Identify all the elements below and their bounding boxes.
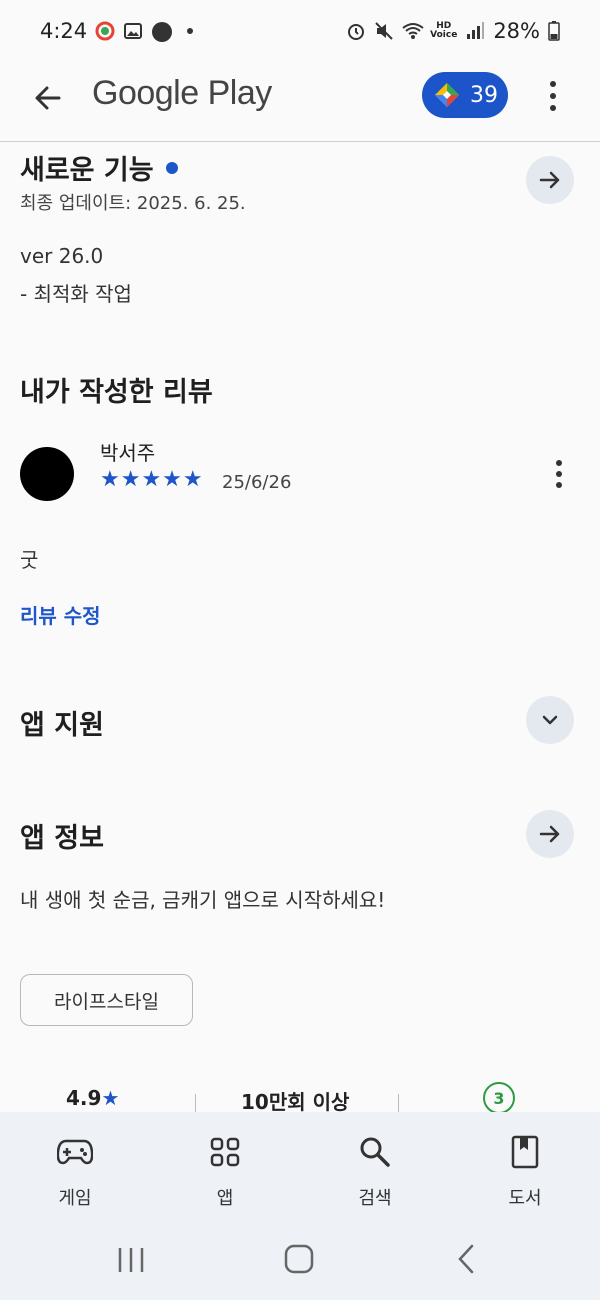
hd-voice-indicator: HD Voice <box>430 22 457 40</box>
book-icon <box>505 1132 545 1172</box>
reviewer-name: 박서주 <box>100 441 156 465</box>
nav-item-games[interactable]: 게임 <box>0 1112 150 1224</box>
more-dot-icon <box>550 105 556 111</box>
system-back-button[interactable] <box>456 1244 476 1278</box>
gallery-notification-icon <box>123 21 143 41</box>
recent-apps-icon <box>118 1248 144 1272</box>
app-notification-icon <box>151 21 173 42</box>
google-play-title: Google Play <box>92 74 272 112</box>
release-notes: - 최적화 작업 <box>20 282 132 306</box>
nav-label-apps: 앱 <box>216 1188 234 1209</box>
gamepad-icon <box>55 1132 95 1172</box>
rating-stat: 4.9★ <box>66 1086 119 1110</box>
system-navigation-bar <box>0 1224 600 1300</box>
rating-value: 4.9 <box>66 1086 102 1110</box>
new-indicator-dot <box>165 161 178 174</box>
back-arrow-icon <box>35 86 61 110</box>
more-notifications-dot-icon <box>187 28 194 34</box>
alarm-icon <box>346 21 366 41</box>
review-text: 굿 <box>20 548 39 572</box>
version-text: ver 26.0 <box>20 244 104 268</box>
more-dot-icon <box>550 93 556 99</box>
whats-new-title: 새로운 기능 <box>20 155 154 186</box>
play-points-icon <box>435 83 459 107</box>
play-points-button[interactable]: 39 <box>422 72 508 118</box>
mute-icon <box>374 21 394 41</box>
bottom-navigation: 게임 앱 검색 도서 <box>0 1112 600 1224</box>
more-dot-icon <box>556 471 562 477</box>
app-support-expand-button[interactable] <box>526 696 574 744</box>
app-info-open-button[interactable] <box>526 810 574 858</box>
home-icon <box>284 1244 314 1274</box>
nav-item-books[interactable]: 도서 <box>450 1112 600 1224</box>
whats-new-open-button[interactable] <box>526 156 574 204</box>
status-bar: 4:24 HD Voice 28% <box>0 0 600 62</box>
battery-percent: 28% <box>493 19 540 43</box>
review-more-button[interactable] <box>546 456 572 492</box>
back-button[interactable] <box>28 78 68 118</box>
my-review-heading: 내가 작성한 리뷰 <box>20 377 213 408</box>
app-info-heading: 앱 정보 <box>20 823 104 854</box>
review-stars: ★★★★★ <box>100 467 204 492</box>
battery-icon <box>548 21 560 41</box>
recent-apps-button[interactable] <box>116 1246 146 1278</box>
last-updated: 최종 업데이트: 2025. 6. 25. <box>20 193 246 214</box>
more-options-button[interactable] <box>540 76 566 116</box>
app-description: 내 생애 첫 순금, 금캐기 앱으로 시작하세요! <box>20 888 386 912</box>
arrow-right-icon <box>539 825 560 843</box>
whats-new-heading: 새로운 기능 <box>20 148 178 187</box>
downloads-stat: 10만회 이상 <box>241 1090 350 1114</box>
rating-star-icon: ★ <box>101 1086 120 1110</box>
play-points-count: 39 <box>470 82 498 108</box>
nav-label-games: 게임 <box>58 1188 92 1209</box>
app-bar: Google Play 39 <box>0 62 600 142</box>
more-dot-icon <box>556 460 562 466</box>
voice-label: Voice <box>430 30 458 40</box>
age-rating-badge: 3 <box>483 1082 515 1114</box>
more-dot-icon <box>556 482 562 488</box>
wifi-icon <box>402 21 424 41</box>
more-dot-icon <box>550 81 556 87</box>
chevron-left-icon <box>458 1244 474 1274</box>
nav-item-search[interactable]: 검색 <box>300 1112 450 1224</box>
app-support-heading: 앱 지원 <box>20 710 104 741</box>
photos-notification-icon <box>95 21 115 41</box>
review-date: 25/6/26 <box>222 472 292 493</box>
signal-icon <box>465 21 485 41</box>
status-time: 4:24 <box>40 19 88 43</box>
nav-label-books: 도서 <box>508 1188 542 1209</box>
category-chip[interactable]: 라이프스타일 <box>20 974 193 1026</box>
edit-review-link[interactable]: 리뷰 수정 <box>20 600 101 629</box>
home-button[interactable] <box>284 1244 314 1278</box>
reviewer-avatar <box>20 447 74 501</box>
nav-label-search: 검색 <box>358 1188 392 1209</box>
search-icon <box>355 1132 395 1172</box>
apps-grid-icon <box>205 1132 245 1172</box>
nav-item-apps[interactable]: 앱 <box>150 1112 300 1224</box>
arrow-right-icon <box>539 171 560 189</box>
chevron-down-icon <box>542 715 558 725</box>
